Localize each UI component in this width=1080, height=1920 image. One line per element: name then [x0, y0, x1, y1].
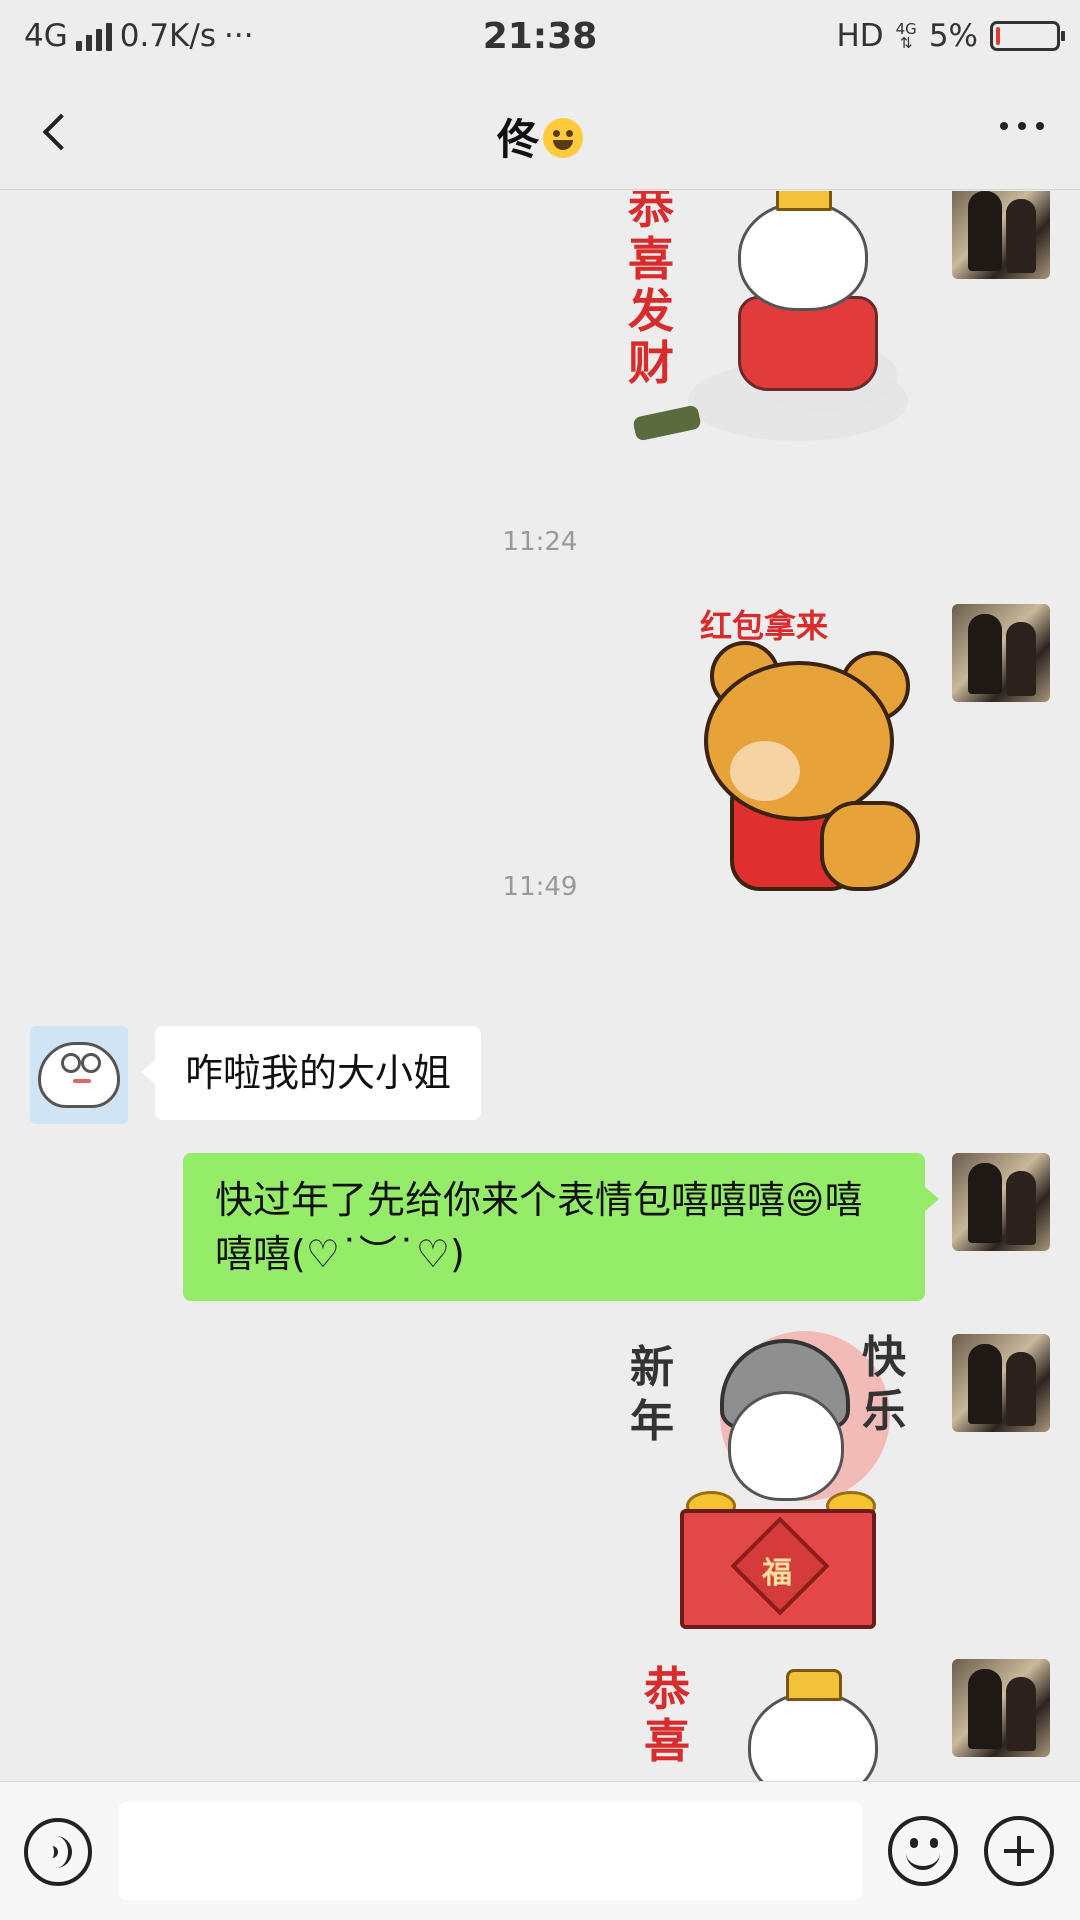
my-avatar[interactable] [952, 191, 1050, 279]
fu-character: 福 [762, 1556, 792, 1591]
battery-icon [990, 21, 1065, 51]
status-right: HD 4G ⇅ 5% [836, 18, 1065, 54]
sticker-caption: 恭喜 [644, 1662, 690, 1768]
message-text: 咋啦我的大小姐 [185, 1051, 452, 1095]
my-avatar[interactable] [952, 1334, 1050, 1432]
message-text: 快过年了先给你来个表情包嘻嘻嘻😄嘻嘻嘻(♡˙︶˙♡) [215, 1178, 863, 1276]
chat-header: 佟 [0, 76, 1080, 190]
contact-name: 佟 [496, 115, 539, 164]
status-bar: 4G 0.7K/s ··· 21:38 HD 4G ⇅ 5% [0, 0, 1080, 76]
my-avatar[interactable] [952, 1659, 1050, 1757]
sticker-new-year-cat[interactable]: 新年 快乐 福 [630, 1331, 930, 1631]
voice-icon[interactable] [24, 1818, 92, 1886]
sticker-bear-red-envelope[interactable]: 红包拿来 [690, 601, 940, 901]
battery-fill [996, 27, 1000, 45]
more-dots-icon [1000, 122, 1008, 130]
friend-avatar[interactable] [30, 1026, 128, 1124]
message-input[interactable] [118, 1802, 862, 1900]
sticker-caption: 恭喜发财 [628, 191, 674, 390]
sweat-smile-emoji-icon [543, 118, 583, 158]
chat-area[interactable]: 恭喜发财 11:24 红包拿来 11:49 咋啦我的大小姐 快过年了先给你来个表… [0, 191, 1080, 1781]
sticker-caption-left: 新年 [630, 1342, 674, 1447]
battery-percent: 5% [928, 18, 978, 54]
my-avatar[interactable] [952, 1153, 1050, 1251]
hd-indicator: HD [836, 18, 884, 54]
chat-title: 佟 [0, 106, 1080, 167]
input-bar [0, 1781, 1080, 1920]
more-button[interactable] [1000, 122, 1044, 130]
network-4g-icon: 4G ⇅ [896, 22, 917, 52]
incoming-message[interactable]: 咋啦我的大小姐 [140, 1026, 482, 1120]
outgoing-message[interactable]: 快过年了先给你来个表情包嘻嘻嘻😄嘻嘻嘻(♡˙︶˙♡) [183, 1153, 939, 1301]
sticker-cat-fortune[interactable]: 恭喜发财 [628, 191, 928, 471]
sticker-caption: 红包拿来 [700, 607, 829, 645]
message-timestamp: 11:24 [502, 527, 578, 557]
sticker-cat-fortune-partial[interactable]: 恭喜 [640, 1661, 920, 1781]
smiley-icon[interactable] [888, 1816, 958, 1886]
message-timestamp: 11:49 [502, 872, 578, 902]
data-arrows-icon: ⇅ [899, 34, 913, 52]
plus-circle-icon[interactable] [984, 1816, 1054, 1886]
my-avatar[interactable] [952, 604, 1050, 702]
sticker-caption-right: 快乐 [862, 1332, 906, 1437]
